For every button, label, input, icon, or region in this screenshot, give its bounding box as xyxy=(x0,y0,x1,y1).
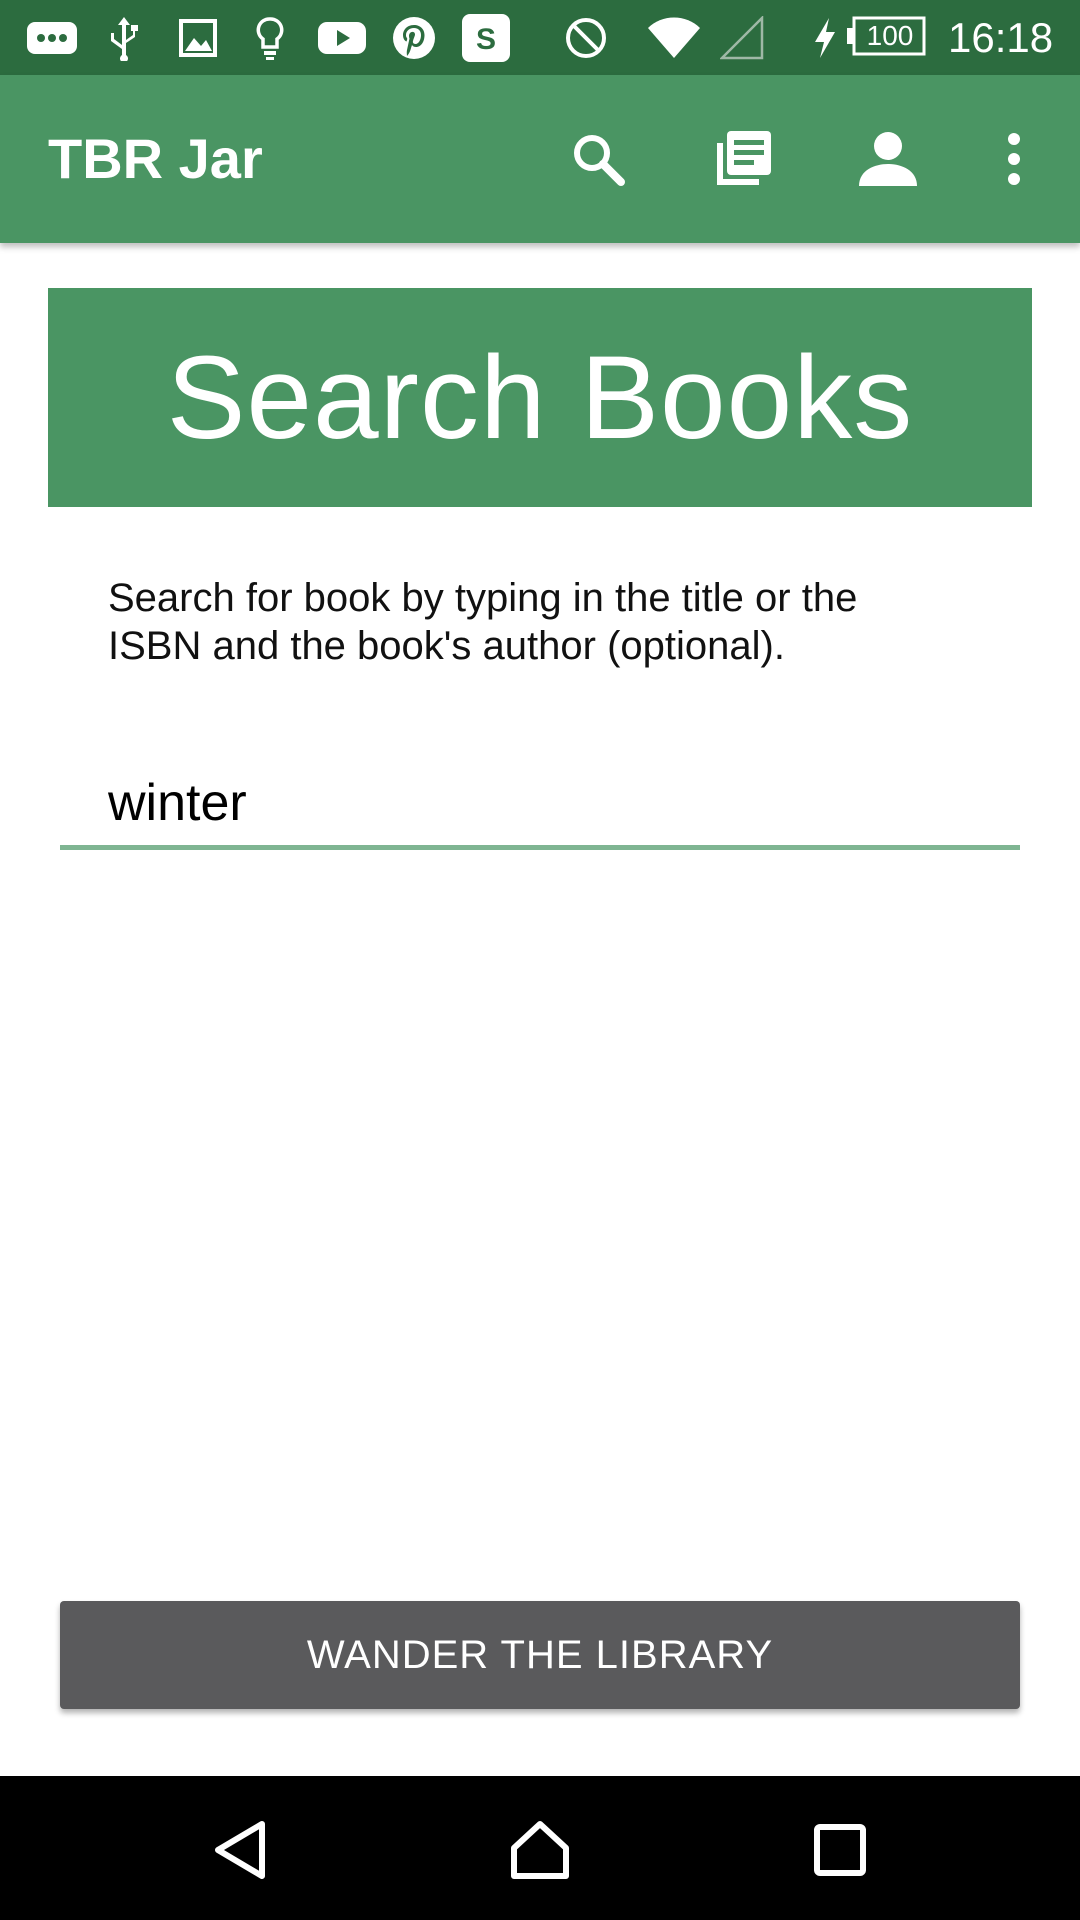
more-options-button[interactable] xyxy=(976,121,1052,197)
s-app-icon: S xyxy=(460,14,512,62)
profile-button[interactable] xyxy=(850,121,926,197)
library-button[interactable] xyxy=(705,121,781,197)
wander-library-button[interactable]: WANDER THE LIBRARY xyxy=(60,1601,1020,1709)
wifi-icon xyxy=(644,14,704,62)
messages-icon xyxy=(24,14,80,62)
back-icon xyxy=(215,1821,265,1879)
clock: 16:18 xyxy=(948,14,1054,61)
battery-icon: 100 xyxy=(846,14,928,62)
charging-icon xyxy=(808,14,842,62)
screen: S 100 16:18 TBR Jar Search Books Search … xyxy=(0,0,1080,1920)
home-button[interactable] xyxy=(490,1800,590,1900)
pinterest-icon xyxy=(390,14,438,62)
home-icon xyxy=(511,1821,569,1879)
search-input[interactable] xyxy=(108,768,988,838)
recents-icon xyxy=(814,1824,866,1876)
search-field[interactable] xyxy=(60,760,1020,850)
search-button[interactable] xyxy=(560,121,636,197)
profile-icon xyxy=(859,132,917,186)
do-not-disturb-icon xyxy=(562,14,610,62)
search-icon xyxy=(574,135,625,186)
app-title: TBR Jar xyxy=(48,127,263,190)
header-banner: Search Books xyxy=(48,288,1032,507)
image-icon xyxy=(176,14,220,62)
youtube-icon xyxy=(316,14,368,62)
page-title: Search Books xyxy=(166,331,914,464)
instructions-text: Search for book by typing in the title o… xyxy=(108,576,858,668)
app-bar: TBR Jar xyxy=(0,75,1080,243)
status-bar: S 100 16:18 xyxy=(0,0,1080,75)
signal-icon xyxy=(718,14,766,62)
recents-button[interactable] xyxy=(790,1800,890,1900)
back-button[interactable] xyxy=(190,1800,290,1900)
usb-icon xyxy=(104,14,144,62)
library-icon xyxy=(717,131,771,185)
s-app-letter: S xyxy=(476,23,496,56)
battery-level: 100 xyxy=(866,20,914,51)
lightbulb-icon xyxy=(250,14,290,62)
more-vert-icon xyxy=(1008,133,1020,185)
navigation-bar xyxy=(0,1776,1080,1920)
